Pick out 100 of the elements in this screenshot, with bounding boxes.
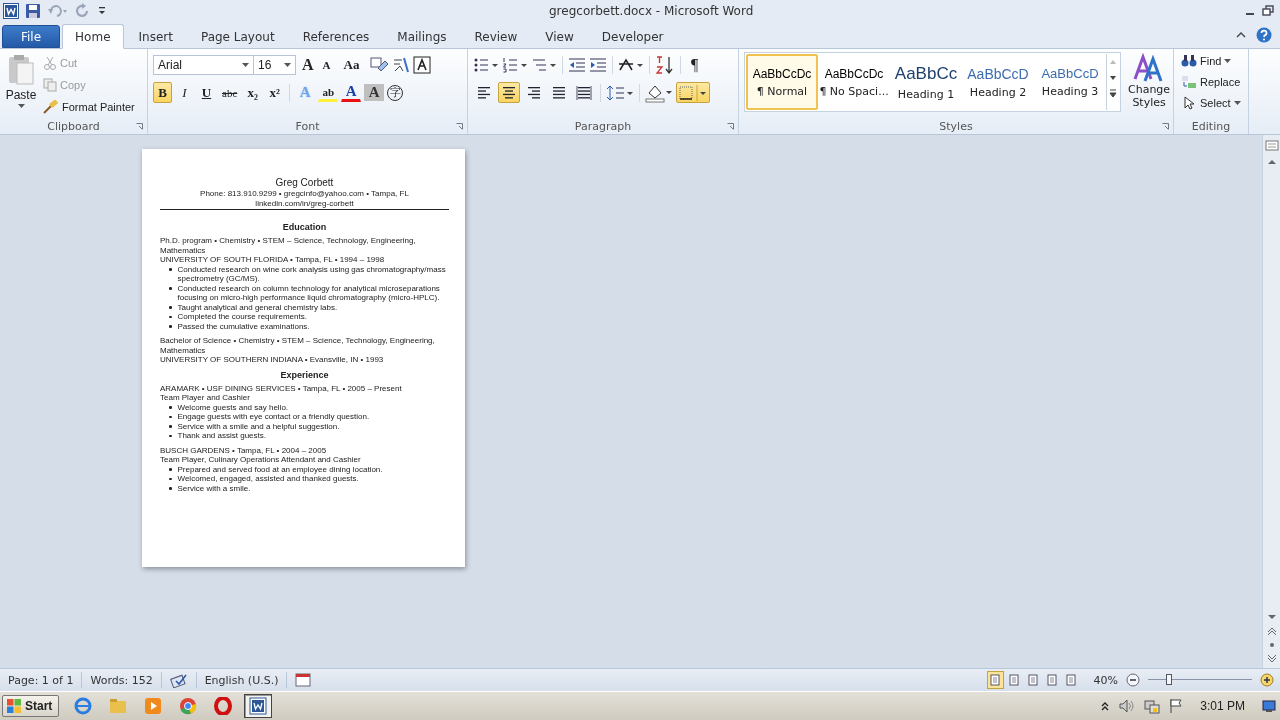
font-tool-button[interactable]: A bbox=[364, 84, 385, 101]
flag-icon[interactable] bbox=[1169, 698, 1184, 714]
language-indicator[interactable]: English (U.S.) bbox=[204, 673, 279, 687]
font-size-field[interactable]: 16 bbox=[253, 55, 296, 75]
ribbon-tab[interactable]: Insert bbox=[125, 25, 186, 48]
bullets-icon[interactable] bbox=[473, 56, 499, 74]
select-button[interactable]: Select bbox=[1179, 93, 1243, 113]
zoom-level[interactable]: 40% bbox=[1093, 673, 1118, 687]
bullet-text: Welcomed, engaged, assisted and thanked guests. bbox=[177, 474, 359, 484]
line-spacing-icon[interactable] bbox=[606, 83, 634, 102]
bullet-icon bbox=[169, 425, 172, 428]
sort-icon[interactable] bbox=[655, 55, 675, 75]
page-count[interactable]: Page: 1 of 1 bbox=[8, 673, 74, 687]
grow-font-button[interactable]: A bbox=[299, 55, 317, 75]
show-desktop-icon[interactable] bbox=[1262, 699, 1276, 713]
style-preview: AaBbCc bbox=[894, 63, 958, 84]
format-button[interactable]: U bbox=[197, 82, 216, 103]
style-item[interactable]: AaBbCcDc ¶ Normal bbox=[746, 54, 818, 110]
font-tool-button[interactable]: ab bbox=[318, 83, 339, 102]
align-icon bbox=[551, 85, 567, 100]
start-button[interactable]: Start bbox=[2, 695, 60, 717]
page-view-icon bbox=[1065, 674, 1078, 686]
ribbon-tab[interactable]: Mailings bbox=[384, 25, 460, 48]
dialog-launcher-icon[interactable] bbox=[456, 123, 463, 130]
restore-icon[interactable] bbox=[1262, 5, 1274, 17]
save-icon[interactable] bbox=[25, 3, 41, 19]
borders-button[interactable] bbox=[676, 82, 710, 103]
word-logo-icon[interactable] bbox=[3, 3, 19, 19]
bullet-icon bbox=[169, 434, 172, 437]
character-border-icon[interactable] bbox=[413, 56, 432, 74]
decrease-indent-icon[interactable] bbox=[568, 56, 586, 74]
bullet-text: Prepared and served food at an employee dining location. bbox=[177, 464, 383, 474]
replace-icon bbox=[1181, 75, 1197, 89]
format-button[interactable]: B bbox=[153, 82, 172, 103]
multilevel-list-icon[interactable] bbox=[531, 56, 557, 74]
change-styles-button[interactable]: Change Styles bbox=[1127, 52, 1172, 118]
collapse-ribbon-icon[interactable] bbox=[1236, 30, 1246, 40]
help-icon[interactable] bbox=[1256, 27, 1272, 43]
align-icon bbox=[501, 85, 517, 100]
clock[interactable]: 3:01 PM bbox=[1200, 699, 1245, 713]
style-name: Heading 3 bbox=[1041, 85, 1099, 98]
app-icon bbox=[179, 697, 198, 715]
align-button[interactable] bbox=[498, 82, 520, 103]
dialog-launcher-icon[interactable] bbox=[136, 123, 143, 130]
style-item[interactable]: AaBbCcD Heading 3 bbox=[1034, 54, 1106, 110]
ribbon-tab[interactable]: Developer bbox=[588, 25, 677, 48]
zoom-in-icon[interactable] bbox=[1260, 673, 1274, 687]
ribbon-tab[interactable]: References bbox=[289, 25, 383, 48]
pointer-icon bbox=[1181, 96, 1197, 110]
bullet-text: Service with a smile. bbox=[177, 483, 251, 493]
align-icon bbox=[476, 85, 492, 100]
entry-line: Team Player, Culinary Operations Attendant and Cashier bbox=[160, 455, 362, 465]
show-formatting-marks-button[interactable]: ¶ bbox=[688, 55, 702, 75]
format-button[interactable]: abc bbox=[219, 82, 241, 103]
speaker-icon[interactable] bbox=[1119, 699, 1136, 713]
style-item[interactable]: AaBbCcD Heading 2 bbox=[962, 54, 1034, 110]
format-button[interactable]: I bbox=[175, 82, 194, 103]
increase-indent-icon[interactable] bbox=[589, 56, 607, 74]
macro-recording-icon[interactable] bbox=[295, 673, 312, 687]
page-view-icon bbox=[989, 674, 1002, 686]
shrink-font-button[interactable]: A bbox=[319, 55, 334, 75]
format-button[interactable]: x₂ bbox=[243, 82, 263, 103]
ribbon-tab[interactable]: Review bbox=[461, 25, 531, 48]
zoom-slider-thumb[interactable] bbox=[1165, 674, 1172, 685]
format-button[interactable]: x² bbox=[265, 82, 285, 103]
taskbar-app-icon[interactable] bbox=[244, 694, 273, 718]
group-label: Styles bbox=[939, 119, 973, 133]
ribbon-tab[interactable]: View bbox=[532, 25, 587, 48]
change-case-button[interactable]: Aa bbox=[340, 55, 363, 75]
bullet-text: Engage guests with eye contact or a friendly question. bbox=[177, 412, 370, 422]
zoom-out-icon[interactable] bbox=[1126, 673, 1140, 687]
style-item[interactable]: AaBbCcDc ¶ No Spaci... bbox=[818, 54, 890, 110]
format-painter-button[interactable]: Format Painter bbox=[41, 97, 137, 117]
style-item[interactable]: AaBbCc Heading 1 bbox=[890, 54, 962, 110]
paintbrush-icon bbox=[43, 100, 59, 114]
ribbon-tab[interactable]: Page Layout bbox=[187, 25, 288, 48]
word-count[interactable]: Words: 152 bbox=[90, 673, 153, 687]
view-button[interactable] bbox=[986, 671, 1004, 689]
bullet-icon bbox=[169, 325, 172, 328]
dialog-launcher-icon[interactable] bbox=[1162, 123, 1169, 130]
bullet-text: Welcome guests and say hello. bbox=[177, 402, 289, 412]
ribbon-tab[interactable]: Home bbox=[62, 24, 124, 49]
entry-line: Team Player and Cashier bbox=[160, 393, 251, 403]
windows-logo-icon bbox=[6, 698, 22, 714]
paste-button[interactable]: Paste bbox=[3, 53, 39, 118]
numbering-icon[interactable] bbox=[502, 56, 528, 74]
network-icon[interactable] bbox=[1144, 698, 1161, 714]
file-tab[interactable]: File bbox=[2, 25, 61, 48]
clear-formatting-icon[interactable] bbox=[369, 56, 390, 74]
find-button[interactable]: Find bbox=[1179, 51, 1243, 71]
dialog-launcher-icon[interactable] bbox=[727, 123, 734, 130]
show-hidden-icons-icon[interactable] bbox=[1100, 700, 1111, 712]
font-tool-button[interactable]: A bbox=[341, 83, 362, 102]
font-name-field[interactable]: Arial bbox=[153, 55, 254, 75]
proofing-icon[interactable] bbox=[169, 672, 188, 688]
zoom-slider[interactable] bbox=[1148, 673, 1252, 687]
style-name: ¶ Normal bbox=[756, 84, 808, 98]
replace-button[interactable]: Replace bbox=[1179, 72, 1243, 92]
phonetic-guide-icon[interactable] bbox=[392, 56, 411, 74]
resume-name: Greg Corbett bbox=[274, 177, 335, 189]
